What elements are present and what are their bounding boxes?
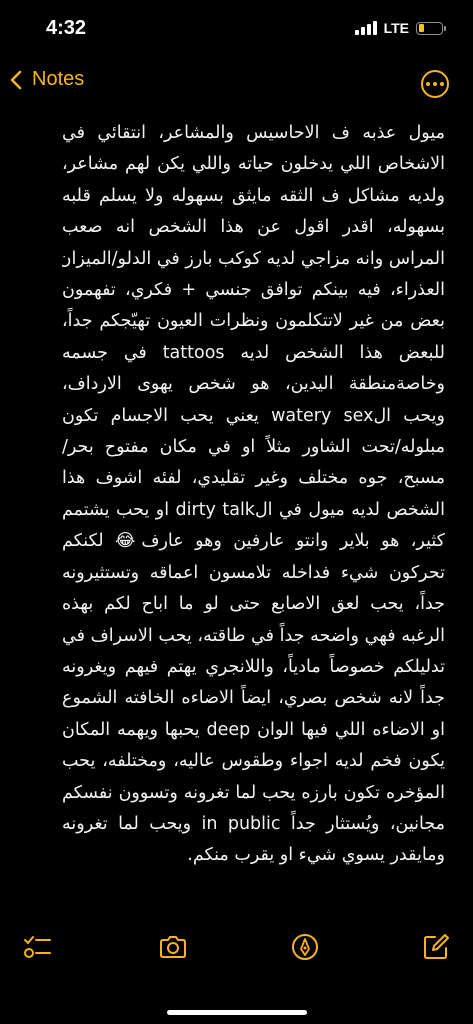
note-line: بعض من غير لاتتكلمون ونظرات العيون تهيّج… — [62, 311, 445, 332]
note-line: يكون فخم لديه اجواء وطقوس عاليه، ومختلفه… — [62, 751, 445, 772]
note-line: وخاصةمنطقة اليدين، هو شخص يهوى الارداف، — [62, 374, 445, 395]
note-line: كثير، هو بلاير وانتو عارفين وهو عارف😂 لك… — [62, 531, 445, 552]
ellipsis-dot — [426, 82, 430, 86]
network-type: LTE — [383, 20, 409, 36]
back-button-label: Notes — [32, 68, 85, 90]
chevron-left-icon — [10, 70, 22, 89]
note-line: الاشخاص اللي يدخلون حياته واللي يكن لهم … — [62, 154, 445, 175]
note-line: تدليلكم خصوصاً مادياً، واللانجري يهتم في… — [62, 656, 445, 677]
note-line: ويحب الwatery sex يعني يحب الاجسام تكون — [62, 405, 445, 426]
note-line: مجانين، ويُستثار جداً in public ويحب لما… — [62, 813, 445, 834]
note-line: ومايقدر يسوي شيء او يقرب منكم. — [187, 845, 445, 866]
checklist-button[interactable] — [22, 932, 52, 962]
note-line: الرغبه فهي واضحه جداً في طاقته، يحب الاس… — [62, 625, 445, 646]
checklist-icon — [24, 936, 51, 958]
bottom-toolbar — [0, 932, 473, 972]
camera-icon — [160, 936, 186, 958]
note-line: جداً، يحب لعق الاصابع حتى لو ما اباح لكم… — [62, 594, 445, 615]
note-line: تحركون شيء فداخله تلامسون اعماقه وتستثير… — [62, 562, 445, 583]
note-line: مسبح، جوه مختلف وغير تقليدي، لفئه اشوف ه… — [62, 468, 445, 489]
battery-icon — [416, 21, 446, 35]
battery-level-fill — [418, 24, 424, 32]
note-line: للبعض هذا الشخص لديه tattoos في جسمه — [62, 342, 445, 363]
ellipsis-dot — [440, 82, 444, 86]
navigation-bar: Notes — [0, 62, 473, 106]
ellipsis-dot — [433, 82, 437, 86]
note-line: ميول عذبه ف الاحاسيس والمشاعر، انتقائي ف… — [62, 123, 445, 143]
camera-button[interactable] — [158, 932, 188, 962]
note-line: المؤخره تكون بارزه يحب لما تغرونه وتسوون… — [62, 782, 445, 803]
note-line: بسهوله، اقدر اقول عن هذا الشخص انه صعب — [62, 217, 445, 238]
status-indicators: LTE — [354, 20, 446, 36]
compose-icon — [424, 934, 449, 959]
note-line: العذراء، فيه بينكم توافق جنسي + فكري، تف… — [62, 280, 445, 301]
status-bar: 4:32 LTE — [0, 0, 473, 60]
compose-button[interactable] — [421, 932, 451, 962]
home-indicator[interactable] — [166, 1010, 307, 1015]
note-line: جداً لانه شخص بصري، ايضاً الاضاءه الخافت… — [62, 688, 445, 709]
markup-pen-icon — [292, 934, 318, 960]
note-line: ولديه مشاكل ف الثقه مايثق بسهوله ولا يسل… — [62, 185, 445, 206]
cellular-signal-icon — [354, 21, 377, 35]
note-line: الشخص لديه ميول في الdirty talk او يحب ي… — [62, 499, 445, 520]
note-line: مبلوله/تحت الشاور مثلاً او في مكان مفتوح… — [62, 437, 445, 458]
note-line: او الاضاءه اللي فيها الوان deep يحبها وي… — [62, 719, 445, 740]
status-time: 4:32 — [46, 17, 87, 39]
more-options-button[interactable] — [421, 70, 449, 98]
note-text-editor[interactable]: ميول عذبه ف الاحاسيس والمشاعر، انتقائي ف… — [62, 118, 445, 898]
back-button[interactable]: Notes — [10, 68, 84, 91]
markup-button[interactable] — [290, 932, 320, 962]
note-line: المراس وانه مزاجي لديه كوكب بارز في الدل… — [62, 248, 445, 269]
